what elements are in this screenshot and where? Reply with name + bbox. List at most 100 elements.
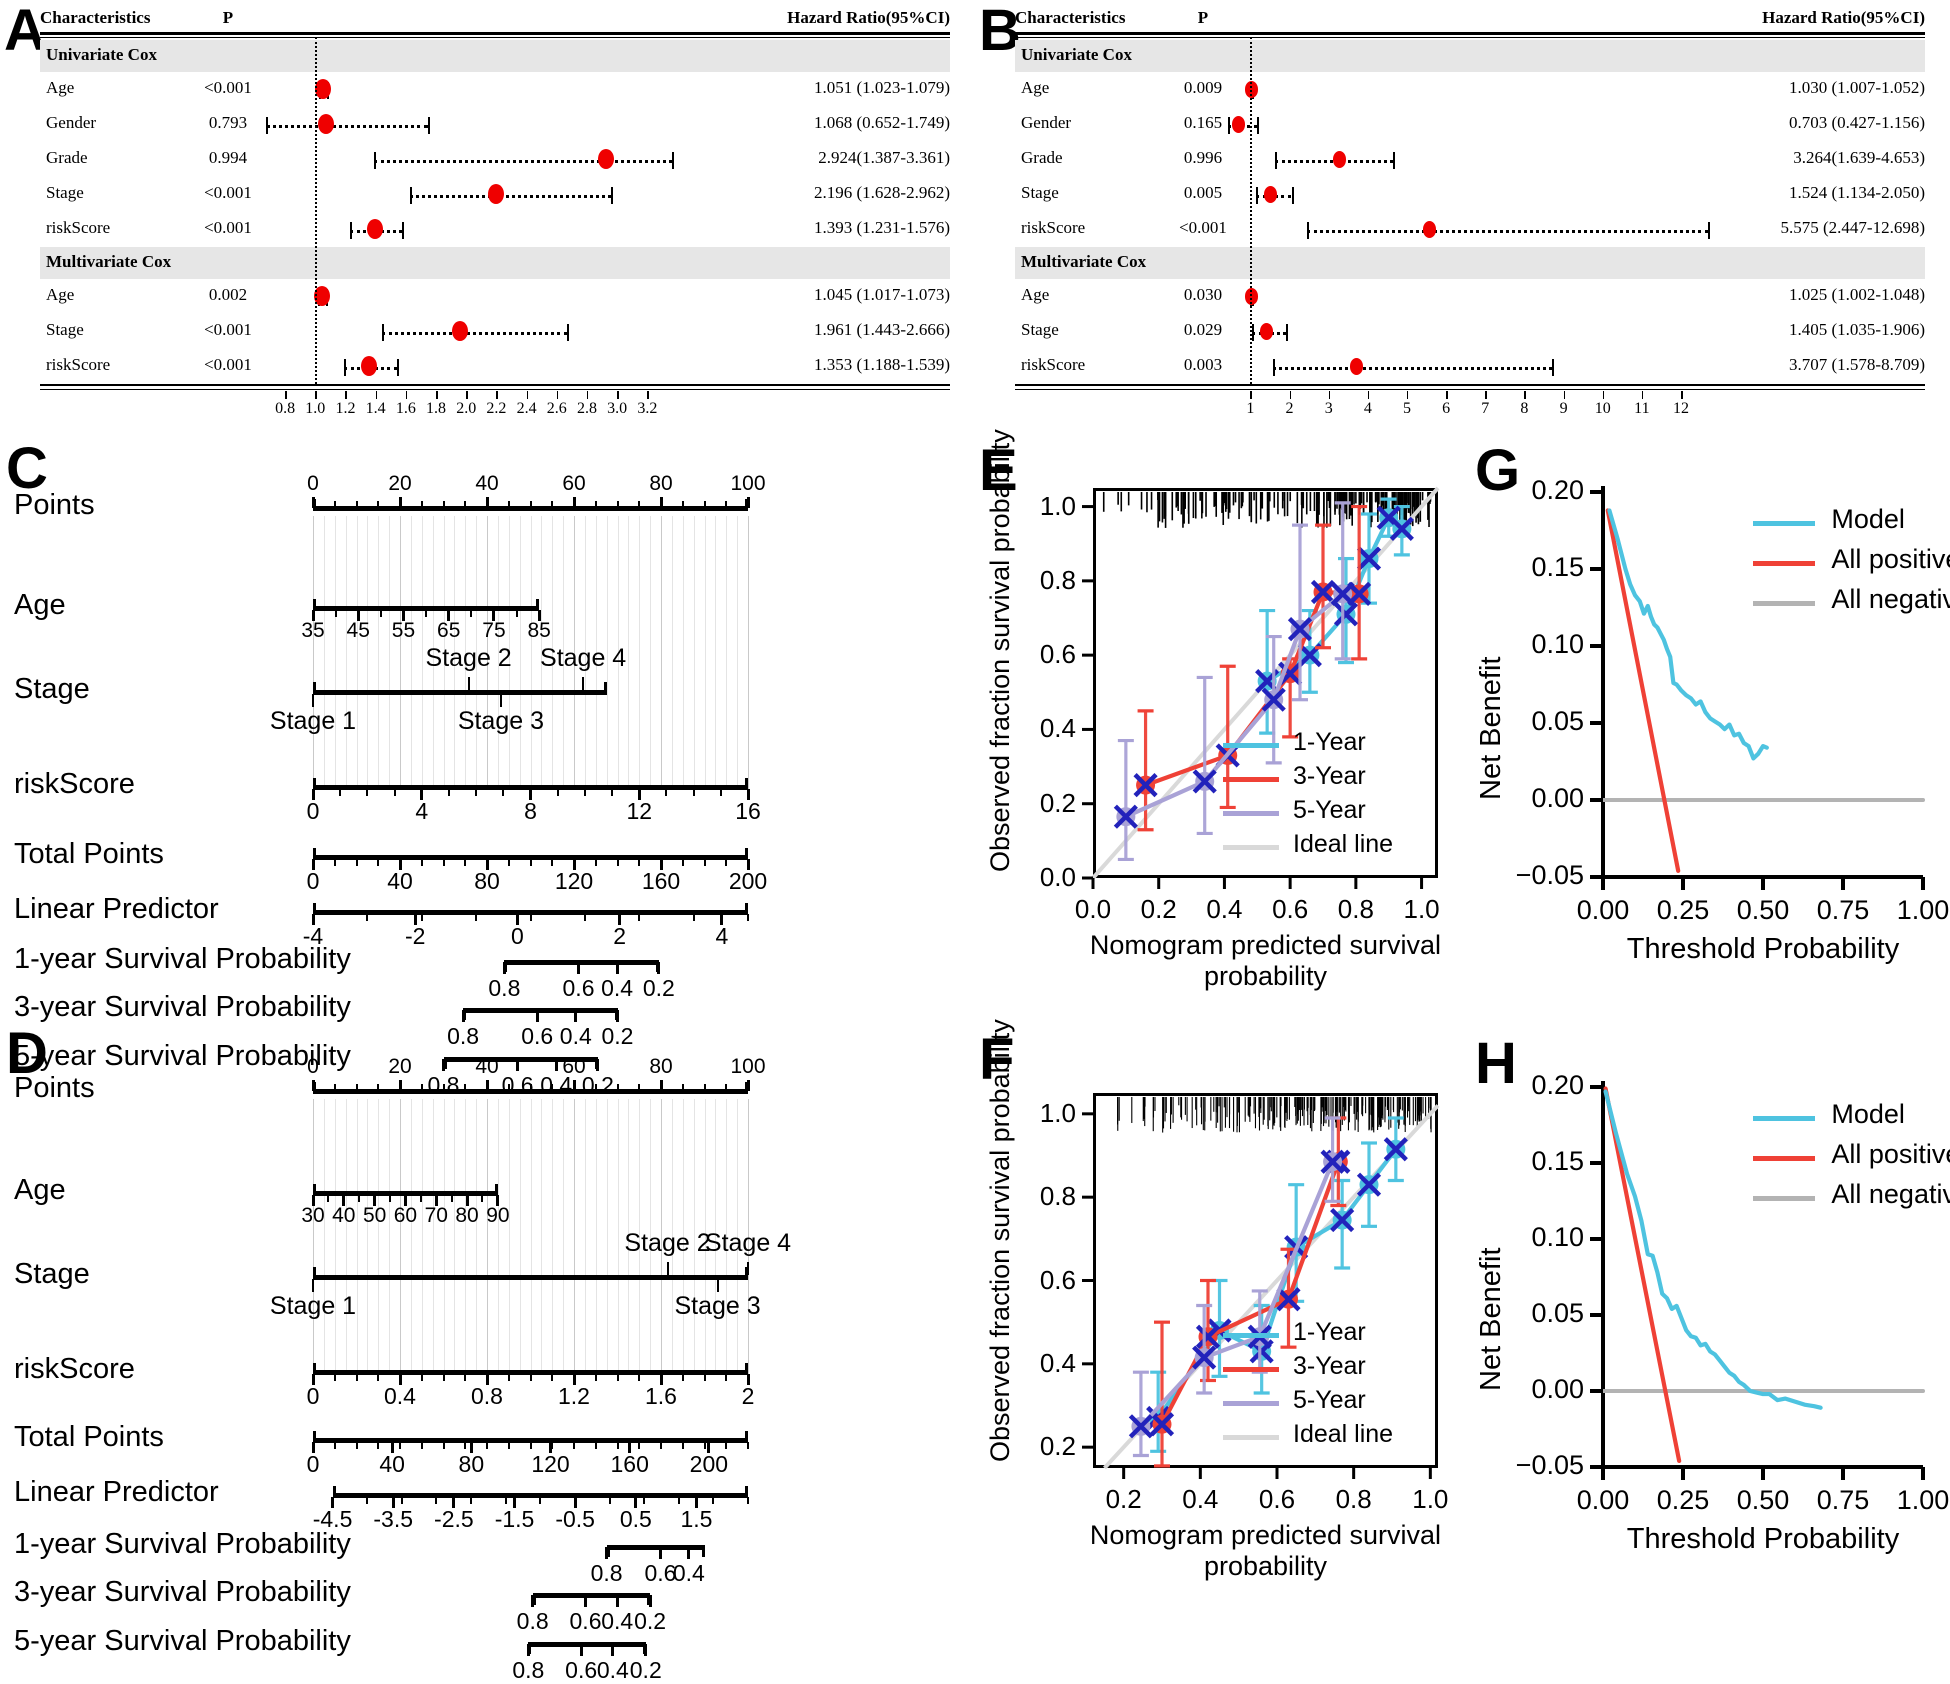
nomogram-axis-minor-tick	[470, 1497, 473, 1504]
forest-row-characteristic: Stage	[1021, 319, 1059, 339]
forest-row-p: 0.003	[1183, 354, 1223, 374]
forest-ci-cap-high	[1285, 323, 1288, 341]
nomogram-axis-tick-label: 12	[626, 798, 653, 824]
nomogram-axis-minor-tick	[327, 1195, 330, 1202]
forest-row-characteristic: riskScore	[1021, 354, 1086, 374]
nomogram-gridline	[748, 516, 749, 789]
nomogram-axis-minor-tick	[377, 1084, 380, 1091]
nomogram-axis-tick-label: 80	[649, 472, 673, 495]
nomogram-gridline	[389, 516, 391, 789]
nomogram-gridline	[661, 516, 662, 789]
forest-row-hr: 1.025 (1.002-1.048)	[1789, 284, 1925, 304]
forest-axis-tick	[556, 391, 559, 399]
legend-label: All negative	[1831, 584, 1950, 614]
forest-group-label: Multivariate Cox	[1021, 252, 1147, 271]
panel-b: B Characteristics P Hazard Ratio(95%CI) Uni…	[975, 0, 1950, 420]
forest-axis-tick	[466, 391, 468, 399]
nomogram-axis-minor-tick	[404, 1195, 407, 1202]
forest-group-band	[1015, 40, 1925, 72]
nomogram-axis-minor-tick	[638, 914, 641, 921]
nomogram-axis-minor-tick	[594, 501, 597, 508]
nomogram-gridline	[443, 1099, 445, 1374]
forest-row-p: <0.001	[204, 319, 252, 339]
forest-point-estimate	[1264, 186, 1278, 203]
dca-legend-item: All negative	[1753, 1179, 1950, 1219]
forest-ci-cap-high	[1291, 186, 1294, 204]
panel-a: A Characteristics P Hazard Ratio(95%CI) Uni…	[0, 0, 975, 420]
forest-ci-line	[1307, 229, 1709, 233]
nomogram-axis-tick-label: 80	[474, 868, 500, 894]
nomogram-gridline	[432, 1099, 434, 1374]
forest-axis-tick	[586, 391, 589, 399]
panel-f: F 0.2 0.4 0.6 0.8 1.0 0.2 0.4 0.6 0.8 1.0 Nomogram…	[975, 1019, 1465, 1615]
nomogram-gridline	[410, 1099, 412, 1374]
nomogram-surv-tick	[658, 1547, 662, 1559]
forest-header-rule-2	[40, 37, 950, 38]
calibration-legend-item: 1-Year	[1223, 728, 1433, 762]
nomogram-axis-minor-tick	[470, 610, 473, 617]
nomogram-surv-tick	[574, 1010, 578, 1022]
forest-row-characteristic: Age	[46, 77, 75, 97]
forest-point-estimate	[1423, 221, 1436, 238]
nomogram-axis-tick-label: 8	[524, 798, 537, 824]
nomogram-axis-minor-tick	[333, 1374, 336, 1381]
forest-ci-cap-low	[266, 116, 268, 134]
nomogram-axis-minor-tick	[507, 501, 510, 508]
nomogram-axis-minor-tick	[594, 1442, 597, 1449]
nomogram-axis-minor-tick	[725, 1442, 728, 1449]
forest-row-characteristic: Stage	[46, 319, 84, 339]
nomogram-axis-minor-tick	[747, 1497, 749, 1504]
forest-axis-tick	[405, 391, 408, 399]
calibration-legend-item: 5-Year	[1223, 796, 1433, 830]
forest-row-p: 0.996	[1183, 147, 1223, 167]
forest-ci-cap-high	[611, 186, 614, 204]
nomogram-axis-tick-label: 0	[307, 1055, 319, 1078]
dca-y-tick-label: 0.20	[1531, 475, 1584, 505]
calibration-y-axis-title: Observed fraction survival probability	[985, 1019, 1015, 1462]
nomogram-axis-minor-tick	[312, 1374, 314, 1381]
nomogram-axis-minor-tick	[379, 610, 382, 617]
nomogram-axis-minor-tick	[638, 789, 641, 796]
forest-row-p: <0.001	[204, 354, 252, 374]
nomogram-axis-minor-tick	[464, 1374, 467, 1381]
nomogram-axis-tick-label: 160	[641, 868, 681, 894]
nomogram-surv-bar	[504, 960, 659, 965]
nomogram-axis-minor-tick	[551, 1374, 554, 1381]
nomogram-stage-label: Stage 1	[269, 1292, 357, 1320]
forest-row-hr: 1.961 (1.443-2.666)	[814, 319, 950, 339]
nomogram-surv-tick	[615, 962, 619, 974]
nomogram-axis-minor-tick	[529, 859, 532, 866]
forest-axis-tick	[647, 391, 649, 399]
forest-row-characteristic: Gender	[1021, 112, 1072, 132]
nomogram-axis-tick-label: 0.8	[471, 1383, 503, 1409]
nomogram-gridline	[356, 516, 358, 789]
nomogram-axis-minor-tick	[366, 1497, 369, 1504]
nomogram-surv-endcap	[701, 1545, 705, 1557]
legend-color-swatch	[1753, 1196, 1816, 1201]
calibration-legend-item: Ideal line	[1223, 1420, 1433, 1454]
forest-axis-tick	[1289, 391, 1292, 399]
forest-row-hr: 0.703 (0.427-1.156)	[1789, 112, 1925, 132]
nomogram-axis-minor-tick	[725, 501, 728, 508]
nomogram-axis-minor-tick	[331, 1497, 334, 1504]
nomogram-surv-tick	[615, 1595, 619, 1607]
nomogram-axis-minor-tick	[616, 1442, 619, 1449]
forest-axis-rule	[1015, 384, 1925, 386]
forest-ci-cap-low	[1273, 358, 1276, 376]
calibration-legend-item: 1-Year	[1223, 1318, 1433, 1352]
nomogram-axis-minor-tick	[442, 1374, 445, 1381]
nomogram-axis-tick-label: 160	[610, 1451, 649, 1477]
forest-row-p: 0.009	[1183, 77, 1223, 97]
nomogram-axis-minor-tick	[464, 1084, 467, 1091]
forest-axis-tick	[1524, 391, 1526, 399]
nomogram-stage-leader	[467, 677, 470, 690]
forest-row-p: 0.029	[1183, 319, 1223, 339]
nomogram-gridline	[650, 516, 652, 789]
nomogram-axis-tick-label: 60	[562, 1055, 586, 1078]
forest-row-characteristic: riskScore	[1021, 217, 1086, 237]
nomogram-axis-tick-label: 0.4	[384, 1383, 416, 1409]
forest-header-hr: Hazard Ratio(95%CI)	[787, 8, 950, 27]
nomogram-axis-minor-tick	[681, 859, 684, 866]
forest-row-p: <0.001	[204, 217, 252, 237]
calibration-x-axis-title: Nomogram predicted survival probability	[1089, 1520, 1442, 1581]
